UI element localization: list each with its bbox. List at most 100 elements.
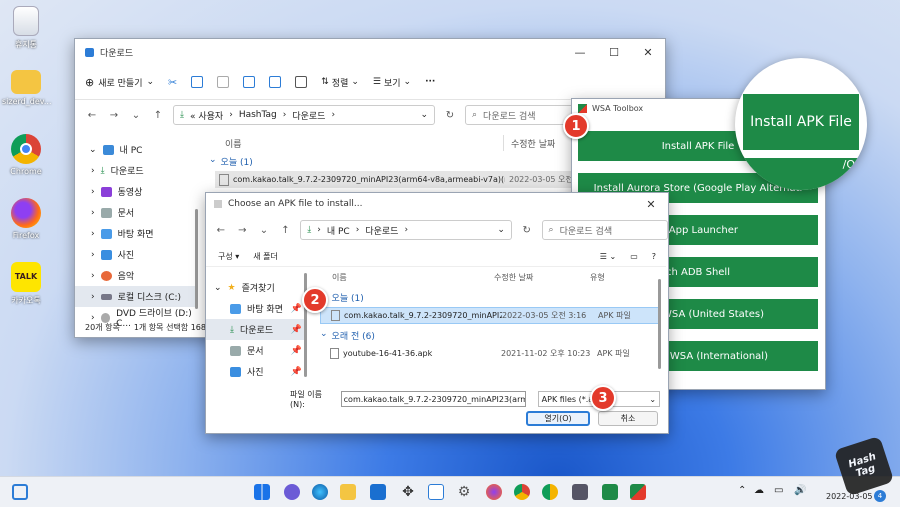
file-icon	[219, 173, 229, 186]
dialog-col-name[interactable]: 이름	[332, 272, 347, 283]
explorer-sidebar-scrollbar[interactable]	[195, 209, 198, 309]
nav-item-desktop[interactable]: › 바탕 화면	[75, 223, 197, 244]
refresh-icon[interactable]: ↻	[520, 225, 534, 236]
help-icon[interactable]: ?	[652, 252, 666, 261]
dialog-address-row: ← → ⌄ ↑ ⤓ › 내 PC › 다운로드 › ⌄ ↻ ⌕ 다운로드 검색	[206, 215, 668, 245]
dialog-col-type[interactable]: 유형	[590, 272, 605, 283]
close-icon[interactable]: ✕	[631, 46, 665, 59]
dialog-file-row-selected[interactable]: com.kakao.talk_9.7.2-2309720_minAPI2... …	[320, 307, 660, 324]
dialog-file-list: 이름 수정한 날짜 유형 ⌄오늘 (1) com.kakao.talk_9.7.…	[314, 269, 664, 379]
nav-item-music[interactable]: › 음악	[75, 265, 197, 286]
kakaotalk-desktop-icon[interactable]: TALK 카카오톡	[2, 262, 50, 306]
paste-icon[interactable]	[217, 76, 230, 88]
chevron-down-icon[interactable]: ⌄	[257, 225, 271, 236]
chevron-down-icon[interactable]: ⌄	[497, 225, 505, 235]
cut-icon[interactable]: ✂	[168, 76, 177, 89]
step-2-badge: 2	[302, 287, 328, 313]
notepad-icon[interactable]	[428, 484, 444, 500]
copy-icon[interactable]	[191, 76, 204, 88]
folder-desktop-icon[interactable]: sizerd_dev...	[2, 70, 51, 106]
chevron-down-icon: ⌄	[649, 394, 657, 404]
dialog-file-scrollbar[interactable]	[658, 279, 661, 369]
nav-item-videos[interactable]: › 동영상	[75, 181, 197, 202]
chat-icon[interactable]	[284, 484, 300, 500]
rename-icon[interactable]	[243, 76, 256, 88]
forward-arrow-icon[interactable]: →	[107, 110, 121, 121]
start-icon[interactable]	[254, 484, 270, 500]
explorer-icon[interactable]	[340, 484, 356, 500]
recycle-bin-desktop-icon[interactable]: 휴지통	[2, 6, 50, 50]
explorer-breadcrumb[interactable]: ⤓ « 사용자 › HashTag › 다운로드 › ⌄	[173, 105, 435, 125]
col-header-name[interactable]: 이름	[225, 137, 242, 150]
nav-item-local-disk[interactable]: › 로컬 디스크 (C:)	[75, 286, 197, 307]
filename-input[interactable]: com.kakao.talk_9.7.2-2309720_minAPI23(ar…	[340, 391, 526, 407]
nav-item-downloads[interactable]: › ⤓ 다운로드	[75, 160, 197, 181]
forward-arrow-icon[interactable]: →	[236, 225, 250, 236]
new-button[interactable]: ⊕ 새로 만들기 ⌄	[85, 76, 154, 89]
network-icon[interactable]: ▭	[774, 485, 783, 496]
nav-item-documents[interactable]: 문서 📌	[206, 340, 306, 361]
chrome-desktop-icon[interactable]: Chrome	[2, 134, 50, 176]
nav-item-pictures[interactable]: 사진 📌	[206, 361, 306, 382]
android-app-icon[interactable]	[602, 484, 618, 500]
nav-item-pictures[interactable]: › 사진	[75, 244, 197, 265]
widgets-icon[interactable]	[12, 484, 28, 500]
delete-icon[interactable]	[295, 76, 308, 88]
cancel-button[interactable]: 취소	[598, 411, 658, 426]
volume-icon[interactable]: 🔊	[794, 485, 806, 496]
back-arrow-icon[interactable]: ←	[214, 225, 228, 236]
chrome-canary-icon[interactable]	[542, 484, 558, 500]
share-icon[interactable]	[269, 76, 282, 88]
firefox-desktop-icon[interactable]: Firefox	[2, 198, 50, 240]
chevron-down-icon: ⌄	[403, 77, 412, 87]
explorer-nav-pane: ⌄ 내 PC › ⤓ 다운로드 › 동영상 › 문서 › 바탕 화면 › 사진 › 음악 › 로컬…	[75, 139, 197, 329]
settings-gear-icon[interactable]: ⚙	[456, 484, 472, 500]
dialog-file-row[interactable]: youtube-16-41-36.apk 2021-11-02 오후 10:23…	[320, 345, 660, 362]
col-header-date[interactable]: 수정한 날짜	[511, 137, 555, 150]
wsa-toolbox-icon[interactable]	[630, 484, 646, 500]
group-header-today[interactable]: ⌄ 오늘 (1)	[209, 155, 253, 168]
dialog-breadcrumb[interactable]: ⤓ › 내 PC › 다운로드 › ⌄	[300, 220, 512, 240]
mail-icon[interactable]	[370, 484, 386, 500]
view-button[interactable]: ☰ 보기 ⌄	[373, 76, 411, 89]
nav-item-downloads[interactable]: ⤓ 다운로드 📌	[206, 319, 306, 340]
refresh-icon[interactable]: ↻	[443, 110, 457, 121]
chrome-icon[interactable]	[514, 484, 530, 500]
chevron-down-icon[interactable]: ⌄	[420, 110, 428, 120]
dialog-col-date[interactable]: 수정한 날짜	[494, 272, 533, 283]
pc-icon	[102, 144, 114, 155]
maximize-icon[interactable]: ☐	[597, 46, 631, 59]
sort-button[interactable]: ⇅ 정렬 ⌄	[321, 76, 359, 89]
tray-chevron-icon[interactable]: ⌃	[738, 485, 746, 496]
open-button[interactable]: 열기(O)	[526, 411, 590, 426]
preview-pane-icon[interactable]: ▭	[630, 252, 638, 261]
nav-item-this-pc[interactable]: ⌄ 내 PC	[75, 139, 197, 160]
close-icon[interactable]: ✕	[634, 198, 668, 211]
up-arrow-icon[interactable]: ↑	[279, 225, 293, 236]
zoom-magnifier: Install APK File /Q	[735, 58, 867, 190]
organize-button[interactable]: 구성 ▾	[218, 251, 239, 262]
up-arrow-icon[interactable]: ↑	[151, 110, 165, 121]
firefox-icon[interactable]	[486, 484, 502, 500]
nav-item-documents[interactable]: › 문서	[75, 202, 197, 223]
nav-item-favorites[interactable]: ⌄ ★ 즐겨찾기	[206, 277, 306, 298]
disk-icon	[100, 293, 112, 300]
back-arrow-icon[interactable]: ←	[85, 110, 99, 121]
notification-count-badge[interactable]: 4	[874, 490, 886, 502]
dialog-group-old[interactable]: ⌄ 오래 전 (6)	[320, 329, 375, 342]
document-icon	[100, 207, 112, 218]
move-icon[interactable]: ✥	[400, 484, 416, 500]
explorer-title: 다운로드	[100, 48, 134, 59]
edge-icon[interactable]	[312, 484, 328, 500]
new-folder-button[interactable]: 새 폴더	[253, 251, 278, 262]
minimize-icon[interactable]: —	[563, 46, 597, 59]
dialog-search-input[interactable]: ⌕ 다운로드 검색	[541, 220, 668, 240]
view-options-icon[interactable]: ☰ ⌄	[600, 252, 616, 261]
onedrive-icon[interactable]: ☁	[754, 485, 764, 496]
music-icon	[100, 270, 112, 281]
calculator-icon[interactable]	[572, 484, 588, 500]
chevron-down-icon[interactable]: ⌄	[129, 110, 143, 121]
nav-item-desktop[interactable]: 바탕 화면 📌	[206, 298, 306, 319]
sort-icon: ⇅	[321, 77, 329, 87]
more-button[interactable]: ···	[425, 77, 435, 87]
